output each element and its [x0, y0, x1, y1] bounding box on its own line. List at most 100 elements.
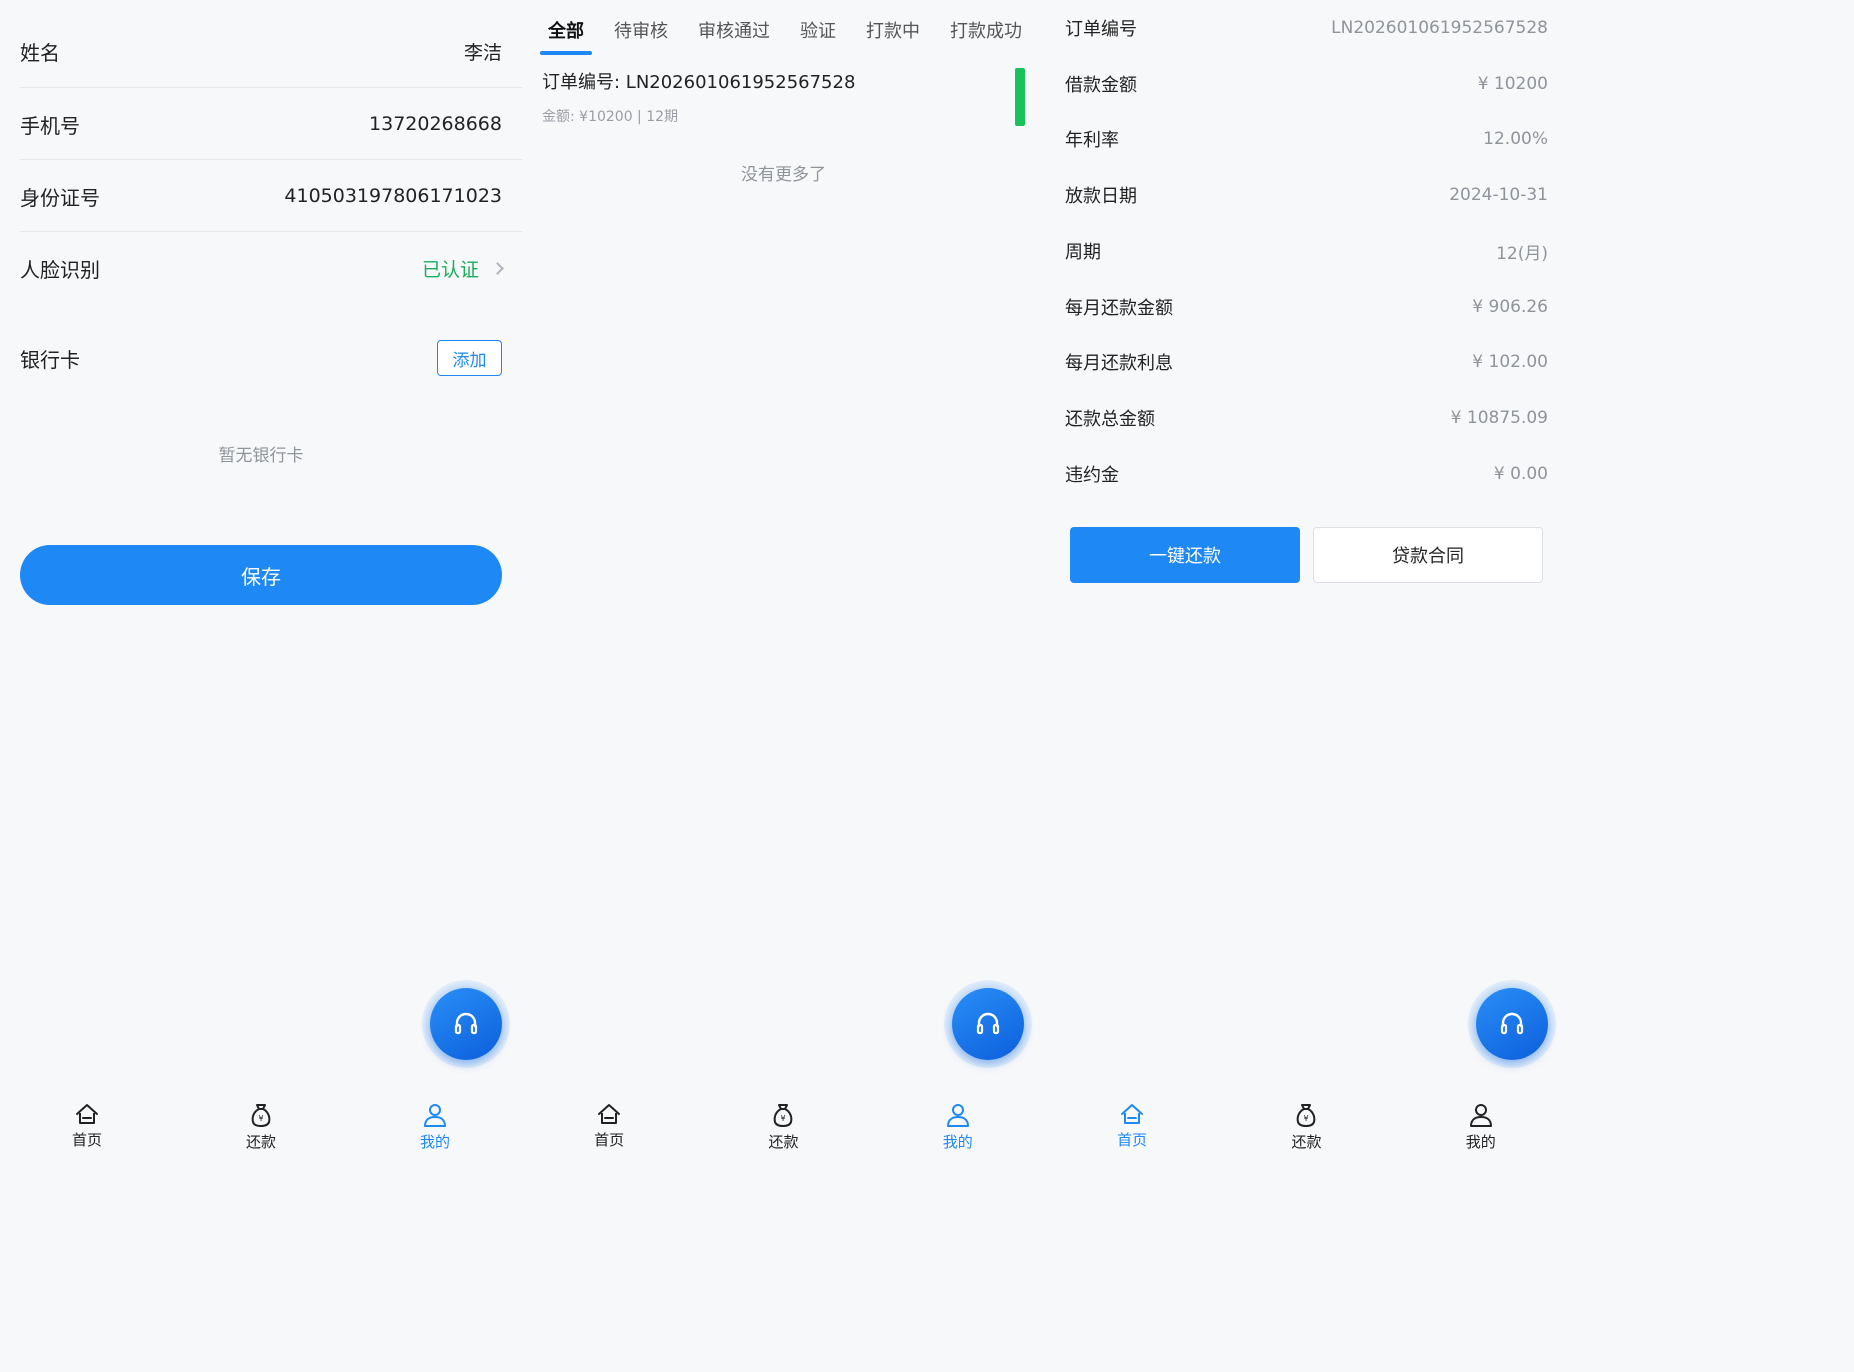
tab-all[interactable]: 全部: [540, 0, 592, 58]
home-icon: [598, 1104, 621, 1124]
no-more-text: 没有更多了: [741, 165, 826, 185]
money-bag-icon: ¥: [251, 1104, 271, 1128]
user-icon: [946, 1104, 969, 1127]
nav-mine-label: 我的: [1465, 1133, 1496, 1151]
detail-value: ¥ 10200: [1477, 74, 1548, 94]
svg-text:¥: ¥: [781, 1114, 786, 1123]
phone-value[interactable]: 13720268668: [369, 113, 502, 135]
tab-approved[interactable]: 审核通过: [698, 0, 770, 58]
tab-disbursing[interactable]: 打款中: [866, 0, 920, 58]
detail-label: 每月还款利息: [1065, 353, 1173, 374]
detail-value: ¥ 0.00: [1493, 464, 1548, 484]
detail-label: 订单编号: [1065, 19, 1137, 40]
bottom-nav: 首页 ¥ 还款 我的: [522, 1100, 1045, 1160]
bank-label: 银行卡: [20, 347, 80, 372]
customer-service-button[interactable]: [422, 980, 510, 1068]
nav-mine[interactable]: 我的: [1441, 1100, 1521, 1152]
nav-repay[interactable]: ¥ 还款: [743, 1100, 823, 1152]
nav-home-label: 首页: [71, 1131, 102, 1149]
detail-row-monthly-payment: 每月还款金额 ¥ 906.26: [1065, 291, 1548, 323]
svg-text:¥: ¥: [1304, 1114, 1309, 1123]
divider: [20, 87, 522, 88]
nav-home[interactable]: 首页: [1092, 1100, 1172, 1150]
fab-body: [430, 988, 502, 1060]
nav-home[interactable]: 首页: [47, 1100, 127, 1150]
name-row: 姓名 李洁: [20, 30, 522, 72]
order-detail-panel: 订单编号 LN202601061952567528 借款金额 ¥ 10200 年…: [1045, 0, 1568, 1160]
detail-label: 放款日期: [1065, 186, 1137, 207]
nav-home[interactable]: 首页: [569, 1100, 649, 1150]
nav-repay-label: 还款: [1291, 1133, 1322, 1151]
detail-row-annual-rate: 年利率 12.00%: [1065, 123, 1548, 155]
customer-service-button[interactable]: [1468, 980, 1556, 1068]
detail-row-penalty: 违约金 ¥ 0.00: [1065, 458, 1548, 490]
fab-body: [1476, 988, 1548, 1060]
loan-contract-button[interactable]: 贷款合同: [1313, 527, 1543, 583]
detail-value: ¥ 10875.09: [1450, 408, 1548, 428]
order-status-tabs: 全部 待审核 审核通过 验证 打款中 打款成功: [522, 0, 1045, 58]
detail-value: 2024-10-31: [1449, 185, 1548, 205]
face-recognition-row[interactable]: 人脸识别 已认证: [20, 247, 522, 289]
detail-label: 借款金额: [1065, 75, 1137, 96]
one-click-repay-button[interactable]: 一键还款: [1070, 527, 1300, 583]
detail-label: 每月还款金额: [1065, 298, 1173, 319]
tab-label: 待审核: [614, 21, 668, 42]
order-list-panel: 全部 待审核 审核通过 验证 打款中 打款成功 订单编号: LN20260106…: [522, 0, 1045, 1160]
home-icon: [1121, 1104, 1144, 1124]
face-status[interactable]: 已认证: [421, 255, 504, 282]
detail-row-total-repayment: 还款总金额 ¥ 10875.09: [1065, 402, 1548, 434]
nav-mine[interactable]: 我的: [395, 1100, 475, 1152]
fab-body: [952, 988, 1024, 1060]
detail-row-order-number: 订单编号 LN202601061952567528: [1065, 12, 1548, 44]
active-tab-indicator: [540, 51, 592, 55]
save-button[interactable]: 保存: [20, 545, 502, 605]
add-bank-card-button[interactable]: 添加: [437, 340, 502, 376]
divider: [20, 231, 522, 232]
user-icon: [1469, 1104, 1492, 1127]
detail-row-loan-amount: 借款金额 ¥ 10200: [1065, 68, 1548, 100]
detail-label: 还款总金额: [1065, 409, 1155, 430]
nav-home-label: 首页: [1117, 1131, 1148, 1149]
id-label: 身份证号: [20, 185, 100, 210]
bottom-nav: 首页 ¥ 还款 我的: [1045, 1100, 1568, 1160]
tab-disbursed[interactable]: 打款成功: [950, 0, 1022, 58]
nav-repay-label: 还款: [768, 1133, 799, 1151]
detail-value: ¥ 906.26: [1472, 297, 1548, 317]
tab-label: 全部: [548, 21, 584, 42]
money-bag-icon: ¥: [1297, 1104, 1316, 1128]
headset-icon: [1500, 1012, 1524, 1035]
name-label: 姓名: [20, 40, 60, 65]
order-card[interactable]: 订单编号: LN202601061952567528 金额: ¥10200 | …: [542, 68, 1025, 128]
nav-mine-label: 我的: [942, 1133, 973, 1151]
nav-home-label: 首页: [594, 1131, 625, 1149]
nav-repay[interactable]: ¥ 还款: [1266, 1100, 1346, 1152]
headset-icon: [454, 1012, 478, 1035]
nav-repay[interactable]: ¥ 还款: [221, 1100, 301, 1152]
nav-mine-label: 我的: [419, 1133, 450, 1151]
home-icon: [76, 1104, 98, 1124]
detail-label: 周期: [1065, 242, 1101, 263]
headset-icon: [976, 1012, 1000, 1035]
customer-service-button[interactable]: [944, 980, 1032, 1068]
bank-card-row: 银行卡 添加: [20, 337, 522, 379]
profile-panel: 姓名 李洁 手机号 13720268668 身份证号 4105031978061…: [0, 0, 522, 1160]
detail-value: LN202601061952567528: [1331, 18, 1548, 38]
detail-row-monthly-interest: 每月还款利息 ¥ 102.00: [1065, 346, 1548, 378]
face-status-text: 已认证: [421, 258, 479, 281]
tab-label: 验证: [800, 21, 836, 42]
name-value[interactable]: 李洁: [464, 38, 502, 65]
detail-value: 12(月): [1496, 243, 1548, 264]
tab-pending-review[interactable]: 待审核: [614, 0, 668, 58]
divider: [20, 159, 522, 160]
user-icon: [424, 1104, 446, 1127]
order-status-indicator: [1015, 68, 1025, 126]
detail-value: 12.00%: [1483, 129, 1548, 149]
tab-label: 打款成功: [950, 21, 1022, 42]
money-bag-icon: ¥: [774, 1104, 793, 1128]
svg-text:¥: ¥: [258, 1114, 263, 1123]
detail-label: 违约金: [1065, 465, 1119, 486]
chevron-right-icon: [491, 261, 504, 275]
nav-mine[interactable]: 我的: [918, 1100, 998, 1152]
id-value[interactable]: 410503197806171023: [284, 185, 502, 207]
tab-verification[interactable]: 验证: [800, 0, 836, 58]
